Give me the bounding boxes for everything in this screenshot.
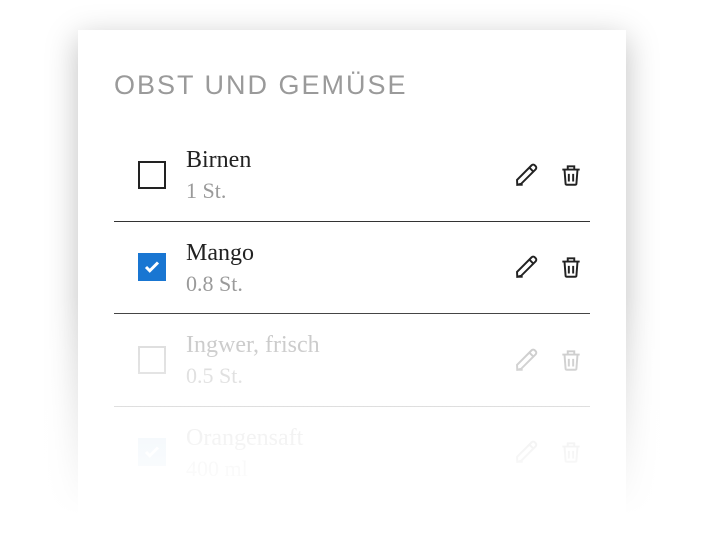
shopping-list-card: OBST UND GEMÜSE Birnen 1 St. xyxy=(78,30,626,528)
item-text: Ingwer, frisch 0.5 St. xyxy=(186,330,514,390)
item-name: Birnen xyxy=(186,145,514,175)
item-actions xyxy=(514,162,584,188)
edit-icon[interactable] xyxy=(514,347,540,373)
trash-icon[interactable] xyxy=(558,254,584,280)
item-quantity: 0.5 St. xyxy=(186,362,514,390)
list-item: Ingwer, frisch 0.5 St. xyxy=(114,314,590,407)
item-text: Birnen 1 St. xyxy=(186,145,514,205)
item-text: Mango 0.8 St. xyxy=(186,238,514,298)
trash-icon[interactable] xyxy=(558,347,584,373)
item-quantity: 400 ml xyxy=(186,455,514,483)
trash-icon[interactable] xyxy=(558,439,584,465)
item-actions xyxy=(514,347,584,373)
list-item: Orangensaft 400 ml xyxy=(114,407,590,499)
checkbox[interactable] xyxy=(138,253,166,281)
item-name: Orangensaft xyxy=(186,423,514,453)
item-actions xyxy=(514,439,584,465)
item-quantity: 0.8 St. xyxy=(186,270,514,298)
edit-icon[interactable] xyxy=(514,439,540,465)
list-item: Birnen 1 St. xyxy=(114,129,590,222)
item-quantity: 1 St. xyxy=(186,177,514,205)
check-icon xyxy=(143,443,161,461)
item-list: Birnen 1 St. Mango 0.8 St. xyxy=(114,129,590,498)
item-name: Ingwer, frisch xyxy=(186,330,514,360)
checkbox[interactable] xyxy=(138,346,166,374)
item-name: Mango xyxy=(186,238,514,268)
check-icon xyxy=(143,258,161,276)
item-actions xyxy=(514,254,584,280)
item-text: Orangensaft 400 ml xyxy=(186,423,514,483)
edit-icon[interactable] xyxy=(514,254,540,280)
checkbox[interactable] xyxy=(138,161,166,189)
edit-icon[interactable] xyxy=(514,162,540,188)
category-title: OBST UND GEMÜSE xyxy=(114,70,590,101)
trash-icon[interactable] xyxy=(558,162,584,188)
list-item: Mango 0.8 St. xyxy=(114,222,590,315)
checkbox[interactable] xyxy=(138,438,166,466)
